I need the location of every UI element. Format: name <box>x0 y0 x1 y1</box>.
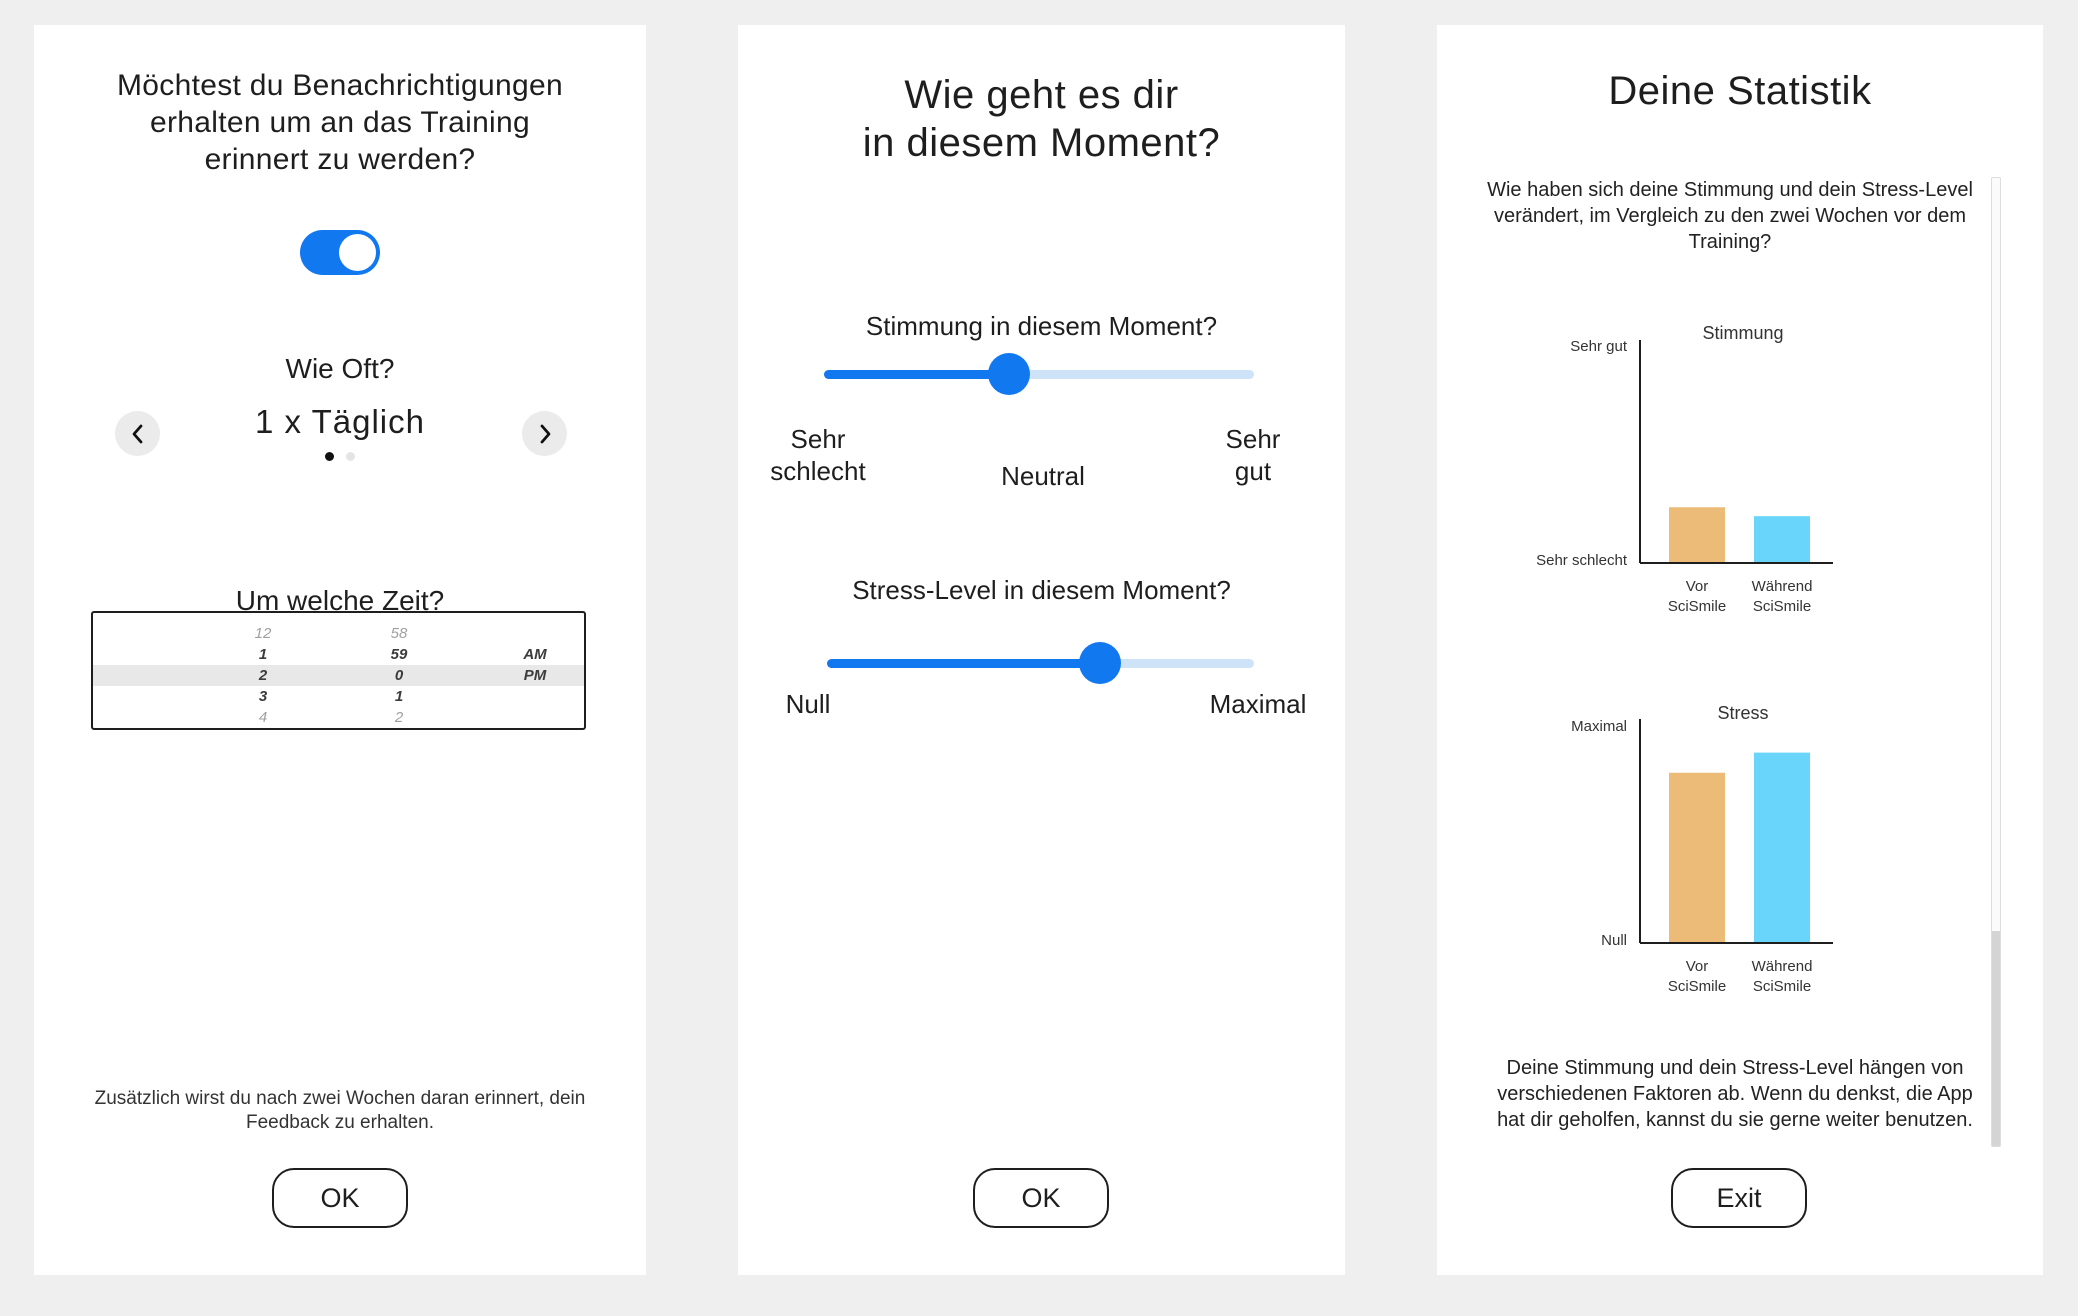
x-tick-label: Während <box>1752 958 1813 975</box>
label-line: schlecht <box>770 456 866 486</box>
previous-frequency-button[interactable] <box>115 411 160 456</box>
notifications-toggle[interactable] <box>300 230 380 275</box>
x-tick-label: SciSmile <box>1753 978 1811 995</box>
chart-title: Stimmung <box>1702 323 1783 343</box>
hour-option[interactable]: 2 <box>223 665 303 686</box>
stress-slider-label: Stress-Level in diesem Moment? <box>852 575 1231 605</box>
frequency-value: 1 x Täglich <box>255 403 425 440</box>
x-tick-label: SciSmile <box>1668 598 1726 615</box>
title-line: in diesem Moment? <box>862 121 1221 165</box>
x-tick-label: Vor <box>1686 958 1709 975</box>
toggle-knob <box>339 234 376 271</box>
stress-max-label: Maximal <box>1209 689 1307 719</box>
picker-row[interactable]: 4 2 <box>93 707 584 728</box>
bar <box>1669 772 1725 943</box>
x-tick-label: SciSmile <box>1668 978 1726 995</box>
x-tick-label: SciSmile <box>1753 598 1811 615</box>
picker-row[interactable]: 12 58 <box>93 623 584 644</box>
frequency-label: Wie Oft? <box>285 353 395 384</box>
statistics-screen: Deine Statistik Wie haben sich deine Sti… <box>1437 25 2043 1275</box>
chevron-right-icon <box>540 424 550 443</box>
mood-mid-label: Neutral <box>1001 461 1085 491</box>
statistics-outro: Deine Stimmung und dein Stress-Level hän… <box>1497 1057 1973 1131</box>
hour-option[interactable]: 12 <box>223 623 303 644</box>
minute-option[interactable]: 58 <box>359 623 439 644</box>
y-tick-label: Maximal <box>1571 718 1627 735</box>
mood-slider-fill <box>824 370 1009 379</box>
y-tick-label: Sehr schlecht <box>1536 552 1628 569</box>
x-tick-label: Während <box>1752 578 1813 595</box>
reminder-footnote: Zusätzlich wirst du nach zwei Wochen dar… <box>94 1088 586 1133</box>
period-option[interactable]: AM <box>495 644 575 665</box>
label-line: gut <box>1234 456 1272 486</box>
x-tick-label: Vor <box>1686 578 1709 595</box>
title-line: Wie geht es dir <box>904 73 1179 117</box>
page-dot-active[interactable] <box>325 452 334 461</box>
page-dot[interactable] <box>346 452 355 461</box>
hour-option[interactable]: 3 <box>223 686 303 707</box>
mood-slider-label: Stimmung in diesem Moment? <box>865 311 1218 341</box>
mood-slider-thumb[interactable] <box>987 353 1030 395</box>
stress-min-label: Null <box>785 689 831 719</box>
page-indicator <box>325 452 355 461</box>
mood-min-label: Sehr schlecht <box>758 423 878 487</box>
ok-button[interactable]: OK <box>272 1168 408 1228</box>
hour-option[interactable]: 1 <box>223 644 303 665</box>
statistics-charts: Stimmung Sehr gut Sehr schlecht Vor SciSmile… <box>1536 323 1833 995</box>
exit-button[interactable]: Exit <box>1671 1168 1807 1228</box>
picker-row[interactable]: 1 59 AM <box>93 644 584 665</box>
chart-title: Stress <box>1717 703 1768 723</box>
bar <box>1754 516 1810 563</box>
scrollbar-thumb[interactable] <box>1992 931 2000 1146</box>
next-frequency-button[interactable] <box>522 411 567 456</box>
minute-option[interactable]: 2 <box>359 707 439 728</box>
minute-option[interactable]: 59 <box>359 644 439 665</box>
ok-button[interactable]: OK <box>973 1168 1109 1228</box>
mood-max-label: Sehr gut <box>1203 423 1303 487</box>
picker-selected-row[interactable]: 2 0 PM <box>93 665 584 686</box>
stress-slider[interactable] <box>827 642 1254 684</box>
time-picker[interactable]: 12 58 1 59 AM 2 0 PM 3 1 4 2 <box>91 611 586 730</box>
mood-check-screen: Wie geht es dir in diesem Moment? Stimmu… <box>738 25 1345 1275</box>
mood-slider[interactable] <box>824 353 1254 395</box>
bar <box>1754 752 1810 943</box>
label-line: Sehr <box>1225 424 1281 454</box>
y-tick-label: Sehr gut <box>1570 338 1628 355</box>
minute-option[interactable]: 1 <box>359 686 439 707</box>
scrollbar[interactable] <box>1991 177 2001 1147</box>
label-line: Sehr <box>790 424 846 454</box>
minute-option[interactable]: 0 <box>359 665 439 686</box>
picker-row[interactable]: 3 1 <box>93 686 584 707</box>
notification-settings-screen: Möchtest du Benachrichtigungen erhalten … <box>34 25 646 1275</box>
period-option[interactable]: PM <box>495 665 575 686</box>
y-tick-label: Null <box>1601 932 1627 949</box>
mood-question-title: Wie geht es dir in diesem Moment? <box>738 71 1345 167</box>
hour-option[interactable]: 4 <box>223 707 303 728</box>
stress-slider-thumb[interactable] <box>1079 642 1122 684</box>
bar <box>1669 507 1725 563</box>
chevron-left-icon <box>132 424 142 443</box>
notification-question: Möchtest du Benachrichtigungen erhalten … <box>117 69 563 176</box>
stress-slider-fill <box>827 659 1101 668</box>
